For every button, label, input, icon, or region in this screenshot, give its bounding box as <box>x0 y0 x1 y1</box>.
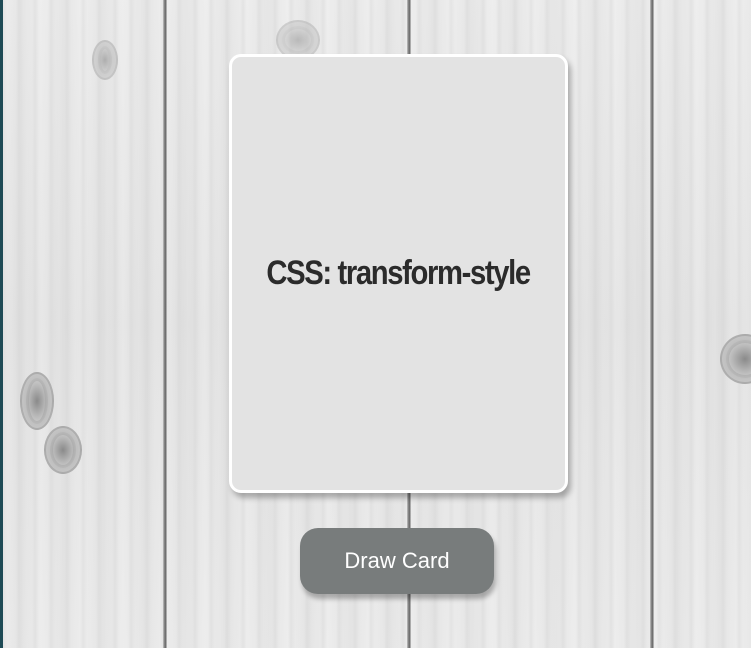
wood-knot <box>720 334 751 384</box>
wood-knot <box>92 40 118 80</box>
card: CSS: transform-style <box>229 54 568 493</box>
left-edge-strip <box>0 0 3 648</box>
wood-knot <box>20 372 54 430</box>
card-title: CSS: transform-style <box>266 254 532 292</box>
plank-seam <box>163 0 167 648</box>
plank-seam <box>650 0 654 648</box>
wood-knot <box>44 426 82 474</box>
draw-card-button[interactable]: Draw Card <box>300 528 494 594</box>
